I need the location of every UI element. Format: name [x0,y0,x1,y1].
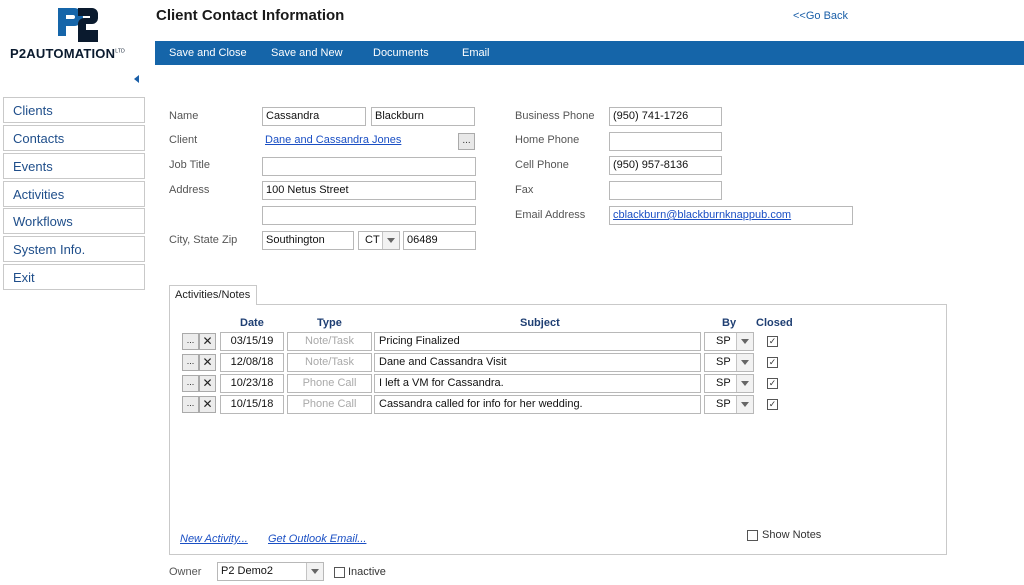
row-closed-checkbox[interactable]: ✓ [767,357,778,368]
column-header-type: Type [317,317,342,329]
name-label: Name [169,110,199,122]
zip-field[interactable]: 06489 [403,231,476,250]
row-by-chevron-down-icon[interactable] [736,375,753,392]
last-name-field[interactable]: Blackburn [371,107,475,126]
row-open-button[interactable]: ... [182,333,199,350]
row-closed-checkbox[interactable]: ✓ [767,378,778,389]
home-phone-field[interactable] [609,132,722,151]
first-name-field[interactable]: Cassandra [262,107,366,126]
row-closed-checkbox[interactable]: ✓ [767,336,778,347]
cell-phone-field[interactable]: (950) 957-8136 [609,156,722,175]
state-select-value: CT [365,234,380,246]
row-by-chevron-down-icon[interactable] [736,354,753,371]
save-and-new-button[interactable]: Save and New [271,47,343,59]
sidebar-item-exit[interactable]: Exit [3,264,145,290]
state-select[interactable]: CT [358,231,400,250]
row-by-value: SP [716,377,731,389]
show-notes-checkbox[interactable] [747,530,758,541]
row-subject[interactable]: Cassandra called for info for her weddin… [374,395,701,414]
city-field[interactable]: Southington [262,231,354,250]
sidebar-item-events[interactable]: Events [3,153,145,179]
documents-button[interactable]: Documents [373,47,429,59]
row-subject[interactable]: I left a VM for Cassandra. [374,374,701,393]
row-date[interactable]: 10/15/18 [220,395,284,414]
row-open-button[interactable]: ... [182,375,199,392]
email-address-field[interactable]: cblackburn@blackburnknappub.com [609,206,853,225]
row-by-chevron-down-icon[interactable] [736,333,753,350]
row-delete-close-icon[interactable]: ✕ [199,375,216,392]
column-header-closed: Closed [756,317,793,329]
row-by-select[interactable]: SP [704,353,754,372]
row-delete-close-icon[interactable]: ✕ [199,333,216,350]
collapse-sidebar-arrow-icon[interactable] [134,75,139,83]
row-delete-close-icon[interactable]: ✕ [199,354,216,371]
sidebar-item-workflows[interactable]: Workflows [3,208,145,234]
p2-logo-mark-icon [58,8,98,42]
tab-activities-notes[interactable]: Activities/Notes [169,285,257,305]
fax-label: Fax [515,184,534,196]
sidebar-item-clients[interactable]: Clients [3,97,145,123]
job-title-label: Job Title [169,159,210,171]
row-by-select[interactable]: SP [704,332,754,351]
owner-select-value: P2 Demo2 [221,565,273,577]
owner-dropdown-chevron-down-icon[interactable] [306,563,323,580]
brand-logo: P2AUTOMATIONLTD [8,4,140,66]
sidebar-item-activities[interactable]: Activities [3,181,145,207]
row-date[interactable]: 03/15/19 [220,332,284,351]
row-by-value: SP [716,335,731,347]
state-dropdown-chevron-down-icon[interactable] [382,232,399,249]
address-label: Address [169,184,210,196]
new-activity-link[interactable]: New Activity... [180,533,248,545]
page-title: Client Contact Information [156,7,345,24]
row-subject[interactable]: Pricing Finalized [374,332,701,351]
address-line1-field[interactable]: 100 Netus Street [262,181,476,200]
job-title-field[interactable] [262,157,476,176]
row-type[interactable]: Phone Call [287,395,372,414]
business-phone-label: Business Phone [515,110,595,122]
toolbar: Save and Close Save and New Documents Em… [155,41,1024,65]
client-lookup-button[interactable]: ... [458,133,475,150]
cell-phone-label: Cell Phone [515,159,569,171]
show-notes-label: Show Notes [762,529,822,541]
column-header-by: By [722,317,737,329]
row-delete-close-icon[interactable]: ✕ [199,396,216,413]
fax-field[interactable] [609,181,722,200]
address-line2-field[interactable] [262,206,476,225]
inactive-label: Inactive [348,566,386,578]
row-open-button[interactable]: ... [182,354,199,371]
row-by-chevron-down-icon[interactable] [736,396,753,413]
go-back-link[interactable]: <<Go Back [793,10,848,22]
row-by-select[interactable]: SP [704,395,754,414]
home-phone-label: Home Phone [515,134,580,146]
row-by-value: SP [716,398,731,410]
row-date[interactable]: 10/23/18 [220,374,284,393]
row-date[interactable]: 12/08/18 [220,353,284,372]
row-closed-checkbox[interactable]: ✓ [767,399,778,410]
row-subject[interactable]: Dane and Cassandra Visit [374,353,701,372]
client-link[interactable]: Dane and Cassandra Jones [264,132,454,151]
email-button[interactable]: Email [462,47,490,59]
sidebar-item-contacts[interactable]: Contacts [3,125,145,151]
row-type[interactable]: Note/Task [287,353,372,372]
column-header-subject: Subject [520,317,560,329]
column-header-date: Date [240,317,264,329]
save-and-close-button[interactable]: Save and Close [169,47,247,59]
row-type[interactable]: Note/Task [287,332,372,351]
inactive-checkbox[interactable] [334,567,345,578]
client-label: Client [169,134,198,146]
sidebar-item-system-info[interactable]: System Info. [3,236,145,262]
row-by-select[interactable]: SP [704,374,754,393]
email-address-label: Email Address [515,209,586,221]
brand-name: P2AUTOMATIONLTD [10,46,125,61]
get-outlook-email-link[interactable]: Get Outlook Email... [268,533,366,545]
business-phone-field[interactable]: (950) 741-1726 [609,107,722,126]
row-open-button[interactable]: ... [182,396,199,413]
row-by-value: SP [716,356,731,368]
city-state-zip-label: City, State Zip [169,234,238,246]
row-type[interactable]: Phone Call [287,374,372,393]
owner-label: Owner [169,566,202,578]
owner-select[interactable]: P2 Demo2 [217,562,324,581]
